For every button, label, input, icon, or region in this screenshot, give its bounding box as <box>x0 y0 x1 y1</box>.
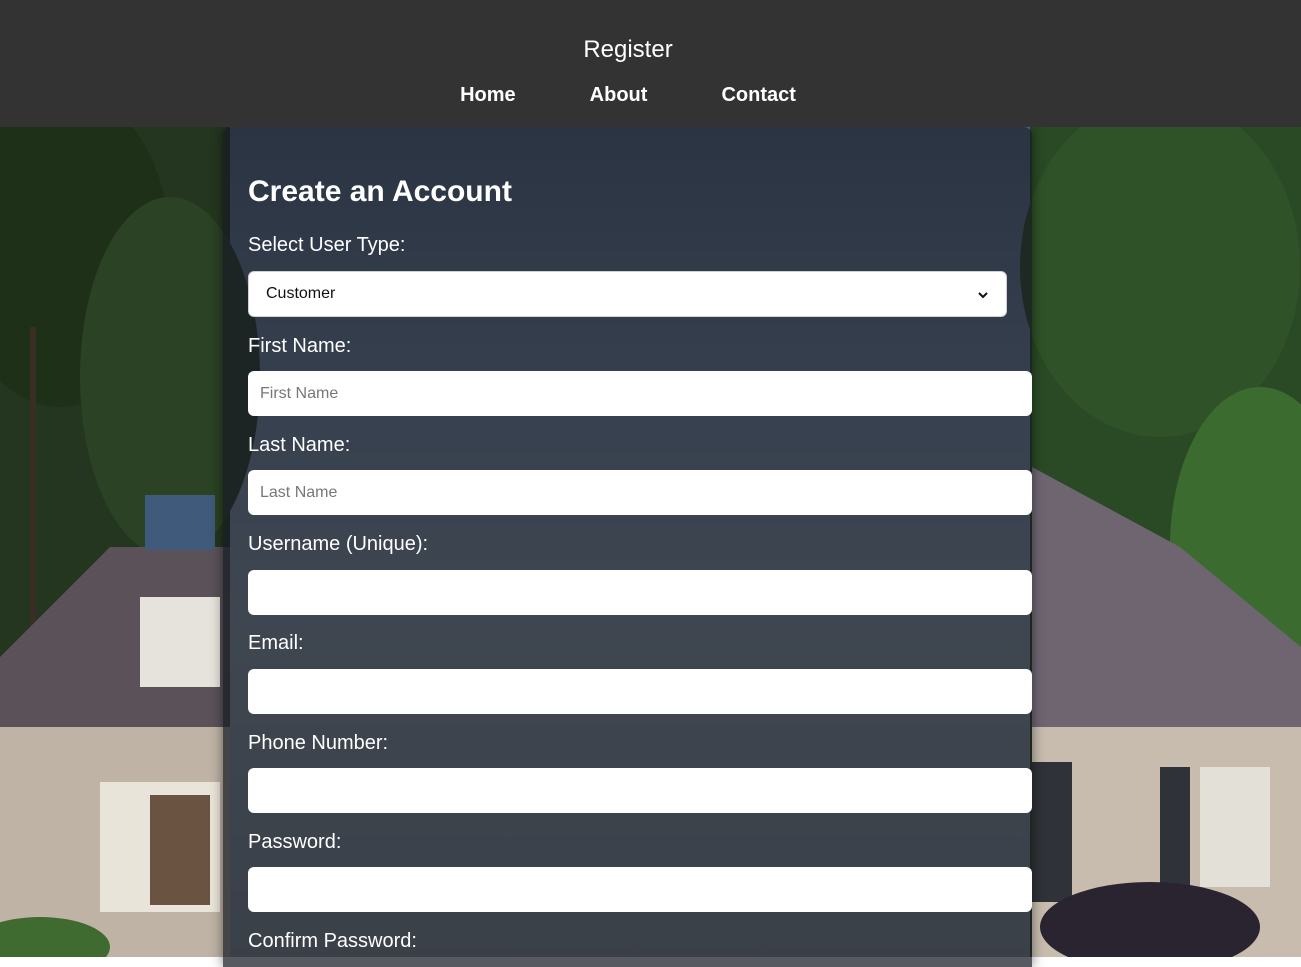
site-header: Register Home About Contact <box>0 0 1301 127</box>
confirm-password-label: Confirm Password: <box>248 930 417 952</box>
email-label: Email: <box>248 632 304 654</box>
phone-field[interactable] <box>248 768 1032 813</box>
registration-card: Create an Account Select User Type: Cust… <box>223 127 1032 967</box>
password-field[interactable] <box>248 867 1032 912</box>
username-label: Username (Unique): <box>248 533 429 555</box>
last-name-label: Last Name: <box>248 434 351 456</box>
username-field[interactable] <box>248 570 1032 615</box>
form-heading: Create an Account <box>248 175 512 208</box>
phone-label: Phone Number: <box>248 732 389 754</box>
main-nav: Home About Contact <box>0 84 1256 107</box>
last-name-field[interactable] <box>248 470 1032 515</box>
user-type-label: Select User Type: <box>248 234 406 256</box>
user-type-selected-value: Customer <box>266 285 336 302</box>
site-title: Register <box>583 36 673 63</box>
email-field[interactable] <box>248 669 1032 714</box>
first-name-label: First Name: <box>248 335 352 357</box>
nav-link-contact[interactable]: Contact <box>721 84 795 107</box>
chevron-down-icon <box>977 288 989 300</box>
password-label: Password: <box>248 831 342 853</box>
first-name-field[interactable] <box>248 371 1032 416</box>
user-type-select[interactable]: Customer <box>248 271 1007 317</box>
nav-link-about[interactable]: About <box>590 84 648 107</box>
nav-link-home[interactable]: Home <box>460 84 516 107</box>
